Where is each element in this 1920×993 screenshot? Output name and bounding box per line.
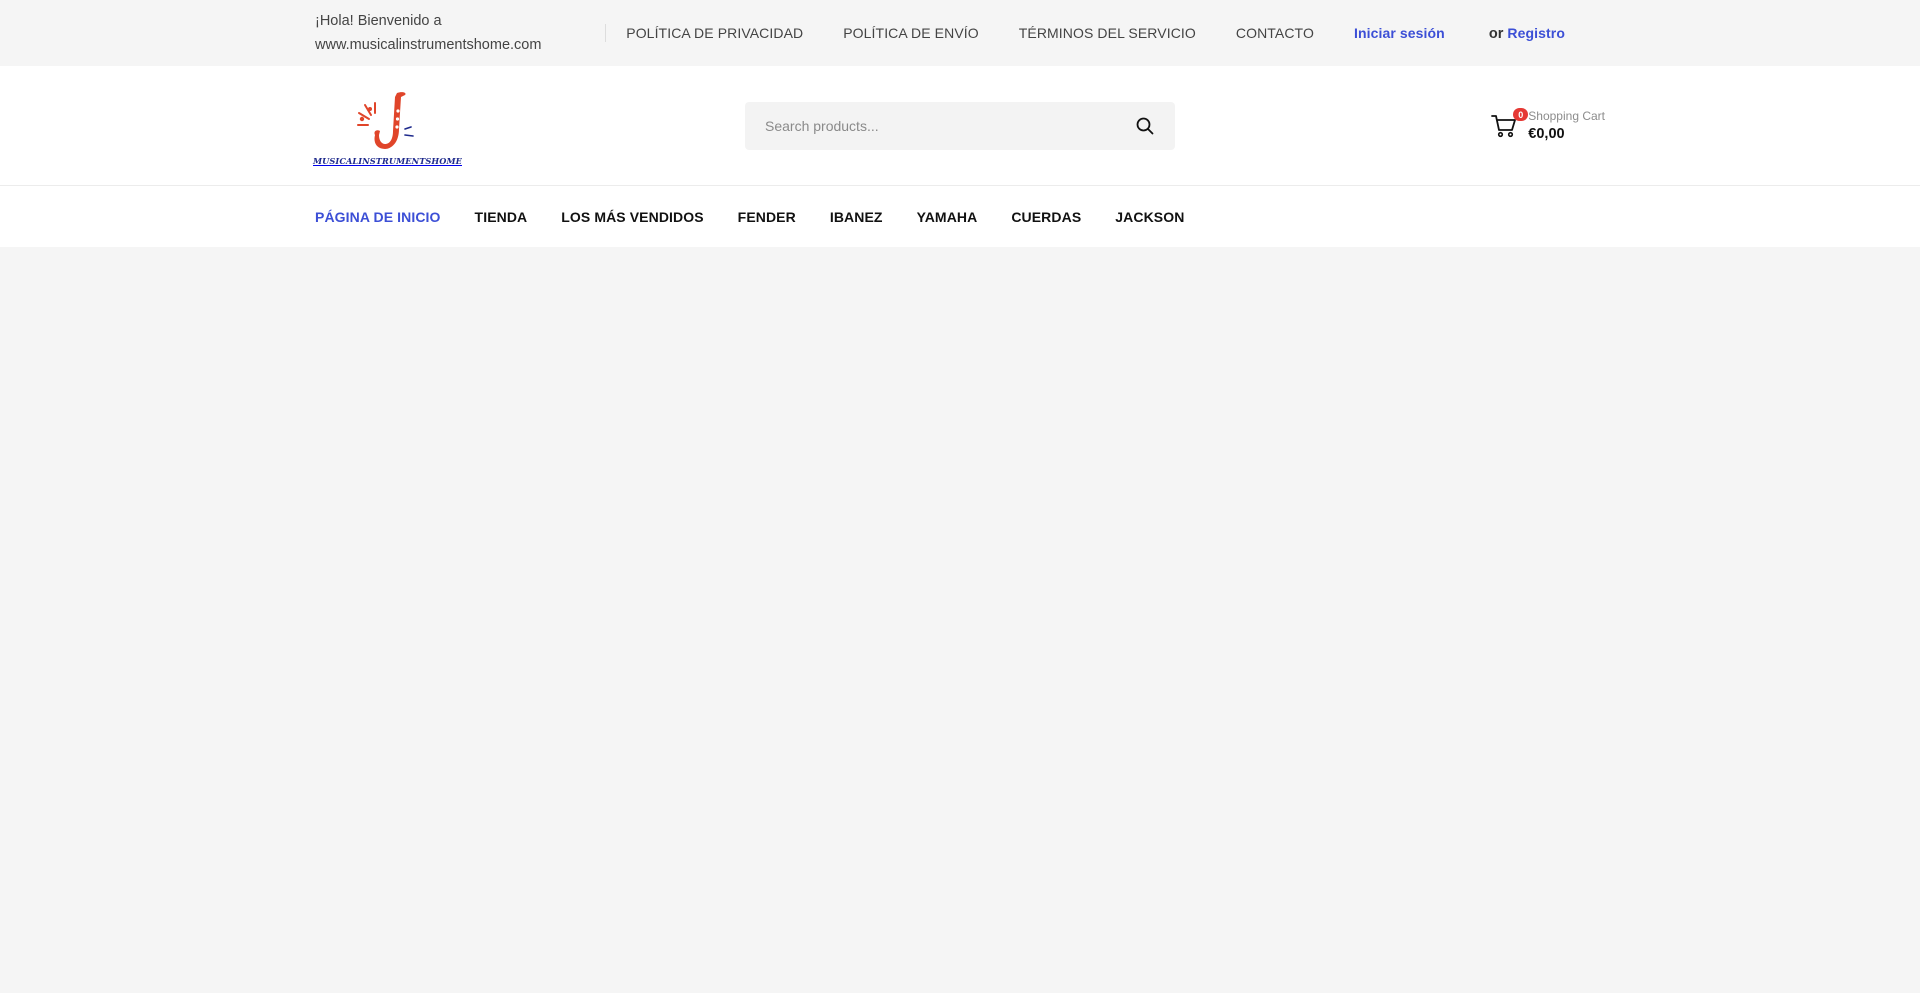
main-content-area: [0, 247, 1920, 993]
search-bar: [745, 102, 1175, 150]
cart-summary: Shopping Cart €0,00: [1528, 108, 1605, 144]
site-logo[interactable]: MUSICALINSTRUMENTSHOME: [313, 86, 462, 166]
nav-item-strings[interactable]: CUERDAS: [1011, 209, 1081, 225]
nav-item-yamaha[interactable]: YAMAHA: [917, 209, 978, 225]
nav-item-best-sellers[interactable]: LOS MÁS VENDIDOS: [561, 209, 703, 225]
cart-total: €0,00: [1528, 126, 1565, 142]
logo-text: MUSICALINSTRUMENTSHOME: [313, 156, 462, 166]
nav-item-jackson[interactable]: JACKSON: [1115, 209, 1184, 225]
site-header: MUSICALINSTRUMENTSHOME 0 Shop: [0, 66, 1920, 186]
welcome-line-1: ¡Hola! Bienvenido a: [315, 13, 442, 29]
cart-count-badge: 0: [1513, 108, 1529, 121]
nav-item-home[interactable]: PÁGINA DE INICIO: [315, 209, 441, 225]
terms-of-service-link[interactable]: TÉRMINOS DEL SERVICIO: [1019, 25, 1196, 41]
contact-link[interactable]: CONTACTO: [1236, 25, 1314, 41]
top-links-divider: [605, 24, 607, 42]
saxophone-logo-icon: [356, 92, 414, 149]
nav-item-ibanez[interactable]: IBANEZ: [830, 209, 883, 225]
welcome-message: ¡Hola! Bienvenido a www.musicalinstrumen…: [315, 9, 575, 57]
welcome-line-2: www.musicalinstrumentshome.com: [315, 37, 542, 53]
shopping-cart[interactable]: 0 Shopping Cart €0,00: [1490, 108, 1605, 144]
or-text: or: [1488, 25, 1504, 42]
search-input[interactable]: [765, 118, 1135, 134]
cart-label: Shopping Cart: [1528, 109, 1605, 123]
register-link[interactable]: Registro: [1507, 25, 1565, 41]
login-link[interactable]: Iniciar sesión: [1354, 25, 1445, 41]
search-icon[interactable]: [1135, 116, 1155, 136]
top-links: POLÍTICA DE PRIVACIDAD POLÍTICA DE ENVÍO…: [605, 0, 1605, 66]
nav-item-shop[interactable]: TIENDA: [475, 209, 528, 225]
nav-item-fender[interactable]: FENDER: [738, 209, 796, 225]
auth-links: Iniciar sesión or Registro: [1354, 25, 1605, 42]
privacy-policy-link[interactable]: POLÍTICA DE PRIVACIDAD: [626, 25, 803, 41]
top-bar: ¡Hola! Bienvenido a www.musicalinstrumen…: [0, 0, 1920, 66]
main-navigation: PÁGINA DE INICIO TIENDA LOS MÁS VENDIDOS…: [0, 186, 1920, 247]
cart-icon-wrapper: 0: [1490, 108, 1529, 141]
shipping-policy-link[interactable]: POLÍTICA DE ENVÍO: [843, 25, 979, 41]
